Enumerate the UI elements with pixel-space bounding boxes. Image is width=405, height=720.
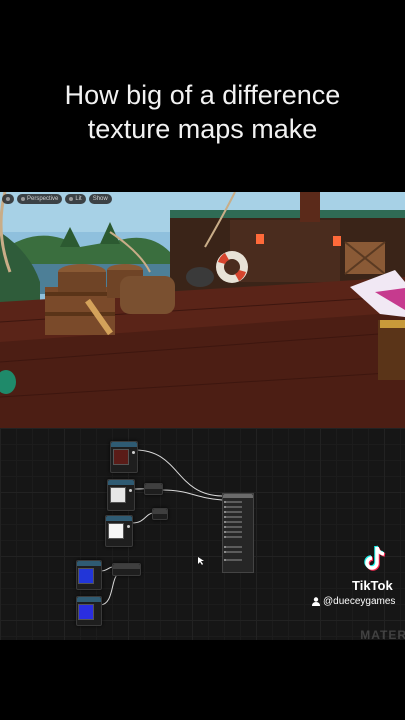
texture-sample-node-normal-detail[interactable]: [76, 596, 102, 626]
caption-line-1: How big of a difference: [64, 80, 341, 110]
output-pin[interactable]: [129, 489, 132, 492]
normal-thumbnail: [78, 568, 94, 584]
tiktok-logo-icon: [364, 545, 386, 571]
basecolor-thumbnail: [113, 449, 129, 465]
level-viewport[interactable]: Perspective Lit Show: [0, 192, 405, 428]
result-node-header: [223, 494, 253, 498]
tiktok-handle: @dueceygames: [312, 596, 395, 607]
viewport-options-button[interactable]: [2, 194, 14, 204]
texture-sample-node-roughness[interactable]: [107, 479, 135, 511]
tiktok-brand: TikTok: [352, 578, 393, 593]
material-graph[interactable]: [0, 428, 405, 640]
node-header: [153, 509, 167, 514]
perspective-label: Perspective: [27, 196, 59, 202]
tiktok-handle-text: @dueceygames: [323, 596, 396, 607]
perspective-button[interactable]: Perspective: [17, 194, 63, 204]
mouse-cursor-icon: [198, 557, 204, 565]
reroute-node[interactable]: [152, 508, 168, 520]
lit-mode-button[interactable]: Lit: [65, 194, 86, 204]
video-caption: How big of a difference texture maps mak…: [0, 78, 405, 146]
multiply-node[interactable]: [144, 483, 163, 495]
output-pin[interactable]: [127, 525, 130, 528]
node-header: [145, 484, 162, 489]
ao-thumbnail: [108, 523, 124, 539]
camera-icon: [21, 197, 25, 201]
lit-label: Lit: [75, 196, 82, 202]
node-header: [113, 564, 140, 569]
lightbulb-icon: [69, 197, 74, 201]
node-header: [111, 442, 137, 447]
caption-line-2: texture maps make: [87, 114, 318, 144]
viewport-toolbar: Perspective Lit Show: [2, 194, 112, 204]
material-watermark: MATER: [360, 628, 405, 642]
output-pin[interactable]: [132, 451, 135, 454]
material-result-node[interactable]: [222, 493, 254, 573]
node-header: [77, 597, 101, 602]
menu-icon: [6, 197, 10, 201]
flatten-normal-node[interactable]: [112, 563, 141, 576]
texture-sample-node-normal[interactable]: [76, 560, 102, 590]
node-header: [106, 516, 132, 521]
node-header: [77, 561, 101, 566]
roughness-thumbnail: [110, 487, 126, 503]
node-header: [108, 480, 134, 485]
show-label: Show: [92, 196, 108, 202]
texture-sample-node-basecolor[interactable]: [110, 441, 138, 473]
texture-sample-node-ao[interactable]: [105, 515, 133, 547]
show-flags-button[interactable]: Show: [88, 194, 112, 204]
user-icon: [312, 597, 320, 606]
normal-detail-thumbnail: [78, 604, 94, 620]
ship-deck-scene: [0, 192, 405, 428]
